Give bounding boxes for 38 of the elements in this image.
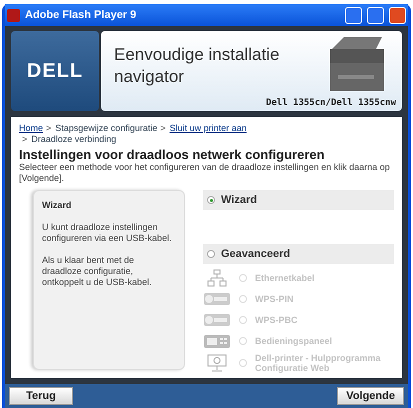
breadcrumb-separator: > (160, 123, 166, 133)
info-title: Wizard (42, 200, 72, 210)
app-title: Eenvoudige installatie navigator (114, 44, 280, 88)
next-button[interactable]: Volgende (337, 387, 404, 405)
info-text: Als u klaar bent met de draadloze configuratie, ontkoppelt u de USB-kabel. (42, 255, 153, 288)
option-label: Ethernetkabel (255, 273, 316, 283)
method-label: Wizard (221, 194, 257, 206)
app-icon (7, 8, 20, 22)
method-option[interactable]: Wizard (203, 190, 394, 210)
option-label: WPS-PBC (255, 315, 298, 325)
wps-setup-icon (204, 293, 230, 305)
breadcrumb-separator: > (22, 134, 28, 144)
control-panel-icon (204, 334, 230, 348)
maximize-button[interactable] (367, 6, 384, 24)
info-text: U kunt draadloze instellingen configureren via een USB-kabel. (42, 222, 173, 244)
radio-button[interactable] (207, 250, 215, 258)
monitor-icon (207, 354, 227, 372)
minimize-button[interactable] (345, 6, 362, 24)
instruction-text: Selecteer een methode voor het configureren van de draadloze instellingen en klik daarna op [Volgende]. (19, 162, 391, 184)
network-icon (207, 269, 227, 287)
method-label: Geavanceerd (221, 248, 290, 260)
method-option[interactable]: Geavanceerd (203, 244, 394, 264)
option-label: Bedieningspaneel (255, 336, 334, 346)
option-label: WPS-PIN (255, 294, 295, 304)
breadcrumb-link[interactable]: Home (19, 123, 44, 133)
window-title: Adobe Flash Player 9 (25, 9, 138, 21)
breadcrumb-link[interactable]: Sluit uw printer aan (170, 123, 247, 133)
radio-button[interactable] (207, 196, 215, 204)
breadcrumb-item: Stapsgewijze configuratie (55, 123, 158, 133)
logo: DELL (11, 31, 99, 111)
printer-model: Dell 1355cn/Dell 1355cnw (266, 98, 396, 108)
option-label: Dell-printer - Hulpprogramma Configuratie Web (255, 353, 382, 373)
breadcrumb-item: Draadloze verbinding (31, 134, 116, 144)
close-button[interactable] (389, 6, 406, 24)
page-heading: Instellingen voor draadloos netwerk configureren (19, 147, 326, 162)
wps-setup-icon (204, 314, 230, 326)
breadcrumb-separator: > (46, 123, 52, 133)
back-button[interactable]: Terug (9, 387, 73, 405)
